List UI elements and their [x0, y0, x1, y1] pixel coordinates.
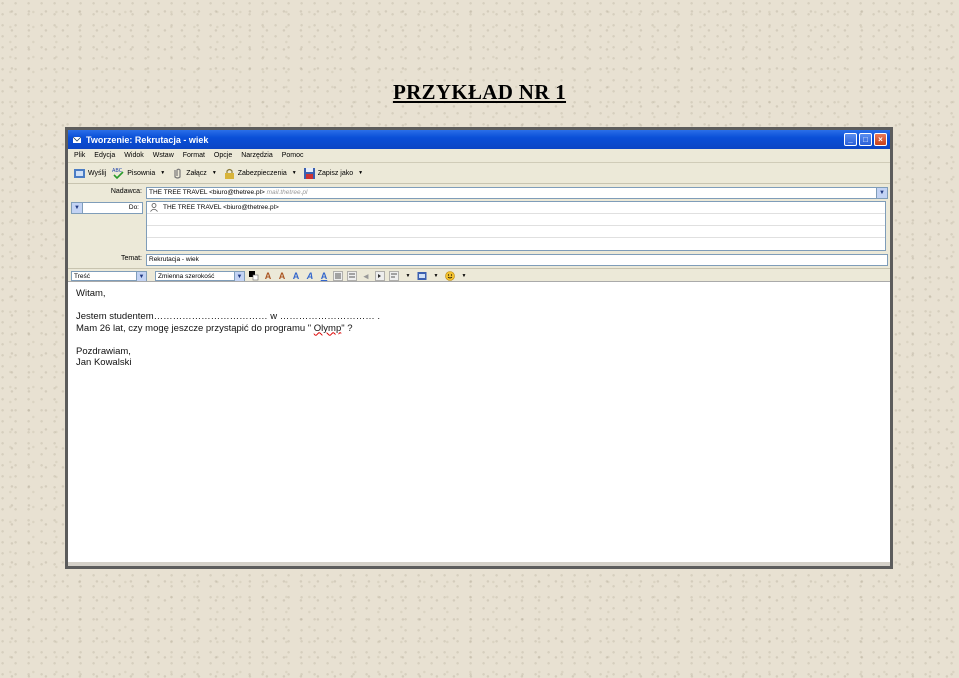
body-line-2: Mam 26 lat, czy mogę jeszcze przystąpić … — [76, 322, 353, 334]
message-body-editor[interactable]: Witam, Jestem studentem……………………………… w ……… — [68, 281, 890, 562]
page-heading: PRZYKŁAD NR 1 — [392, 80, 567, 104]
menu-view[interactable]: Widok — [124, 152, 143, 159]
menu-file[interactable]: Plik — [74, 152, 85, 159]
larger-font-icon[interactable]: A — [277, 271, 287, 281]
from-label: Nadawca: — [110, 188, 142, 195]
close-button[interactable]: × — [874, 133, 887, 146]
menu-bar: Plik Edycja Widok Wstaw Format Opcje Nar… — [68, 149, 890, 163]
smaller-font-icon[interactable]: A — [263, 271, 273, 281]
smiley-icon[interactable] — [445, 271, 455, 281]
chevron-down-icon[interactable]: ▼ — [431, 271, 441, 281]
recipient-row[interactable] — [147, 238, 885, 249]
recipient-type-label: Do: — [128, 204, 139, 211]
underline-icon[interactable]: A — [319, 271, 329, 281]
recipient-type-select[interactable]: ▼ Do: — [71, 202, 143, 214]
subject-input[interactable]: Rekrutacja - wiek — [146, 254, 888, 266]
send-button[interactable]: Wyślij — [73, 167, 106, 180]
save-icon — [303, 167, 315, 179]
font-select[interactable]: Zmienna szerokość ▼ — [155, 271, 245, 282]
paragraph-style-select[interactable]: Treść ▼ — [71, 271, 147, 282]
recipient-list[interactable]: THE TREE TRAVEL <biuro@thetree.pl> — [146, 201, 886, 251]
recipient-row[interactable]: THE TREE TRAVEL <biuro@thetree.pl> — [147, 202, 885, 214]
indent-icon[interactable] — [375, 271, 385, 281]
chevron-down-icon[interactable]: ▼ — [212, 170, 217, 176]
title-bar[interactable]: Tworzenie: Rekrutacja - wiek _ □ × — [68, 130, 890, 149]
spelling-button[interactable]: ABC Pisownia ▼ — [112, 167, 165, 180]
subject-label: Temat: — [120, 255, 142, 262]
menu-options[interactable]: Opcje — [214, 152, 232, 159]
security-button[interactable]: Zabezpieczenia ▼ — [223, 167, 297, 180]
chevron-down-icon[interactable]: ▼ — [72, 203, 83, 213]
compose-header: Nadawca: THE TREE TRAVEL <biuro@thetree.… — [68, 184, 890, 268]
lock-icon — [224, 168, 234, 179]
chevron-down-icon[interactable]: ▼ — [292, 170, 297, 176]
save-as-button[interactable]: Zapisz jako ▼ — [303, 167, 363, 180]
maximize-button[interactable]: □ — [859, 133, 872, 146]
compose-window: Tworzenie: Rekrutacja - wiek _ □ × Plik … — [65, 127, 893, 569]
status-bar — [68, 562, 890, 566]
attach-button[interactable]: Załącz ▼ — [171, 167, 217, 180]
toolbar: Wyślij ABC Pisownia ▼ Załącz ▼ Zabezpiec… — [68, 163, 890, 184]
text-color-icon[interactable] — [249, 271, 259, 281]
minimize-button[interactable]: _ — [844, 133, 857, 146]
body-line-1: Jestem studentem……………………………… w ………………………… — [76, 311, 381, 322]
from-account: mail.thetree.pl — [266, 189, 308, 196]
body-signature: Jan Kowalski — [76, 357, 132, 368]
chevron-down-icon[interactable]: ▼ — [403, 271, 413, 281]
insert-image-icon[interactable] — [417, 271, 427, 281]
spellcheck-icon: ABC — [112, 168, 124, 179]
compose-icon — [72, 136, 82, 143]
from-select[interactable]: THE TREE TRAVEL <biuro@thetree.pl> mail.… — [146, 187, 888, 199]
menu-tools[interactable]: Narzędzia — [241, 152, 273, 159]
chevron-down-icon[interactable]: ▼ — [358, 170, 363, 176]
send-icon — [74, 168, 85, 178]
outdent-icon[interactable]: ◂ — [361, 271, 371, 281]
bullet-list-icon[interactable] — [333, 271, 343, 281]
paperclip-icon — [174, 168, 181, 179]
menu-help[interactable]: Pomoc — [282, 152, 304, 159]
window-title: Tworzenie: Rekrutacja - wiek — [86, 134, 209, 145]
body-greeting: Witam, — [76, 288, 106, 299]
recipient-value: THE TREE TRAVEL <biuro@thetree.pl> — [163, 204, 279, 211]
body-closing: Pozdrawiam, — [76, 345, 131, 357]
recipient-row[interactable] — [147, 226, 885, 238]
chevron-down-icon[interactable]: ▼ — [160, 170, 165, 176]
menu-insert[interactable]: Wstaw — [153, 152, 174, 159]
misspelled-word: Olymp — [313, 322, 342, 334]
menu-edit[interactable]: Edycja — [94, 152, 115, 159]
numbered-list-icon[interactable] — [347, 271, 357, 281]
recipient-row[interactable] — [147, 214, 885, 226]
from-value: THE TREE TRAVEL <biuro@thetree.pl> — [149, 189, 265, 196]
italic-icon[interactable]: A — [305, 271, 315, 281]
chevron-down-icon[interactable]: ▼ — [459, 271, 469, 281]
align-icon[interactable] — [389, 271, 399, 281]
chevron-down-icon[interactable]: ▼ — [876, 188, 887, 198]
contact-icon — [150, 203, 158, 212]
bold-icon[interactable]: A — [291, 271, 301, 281]
menu-format[interactable]: Format — [183, 152, 205, 159]
